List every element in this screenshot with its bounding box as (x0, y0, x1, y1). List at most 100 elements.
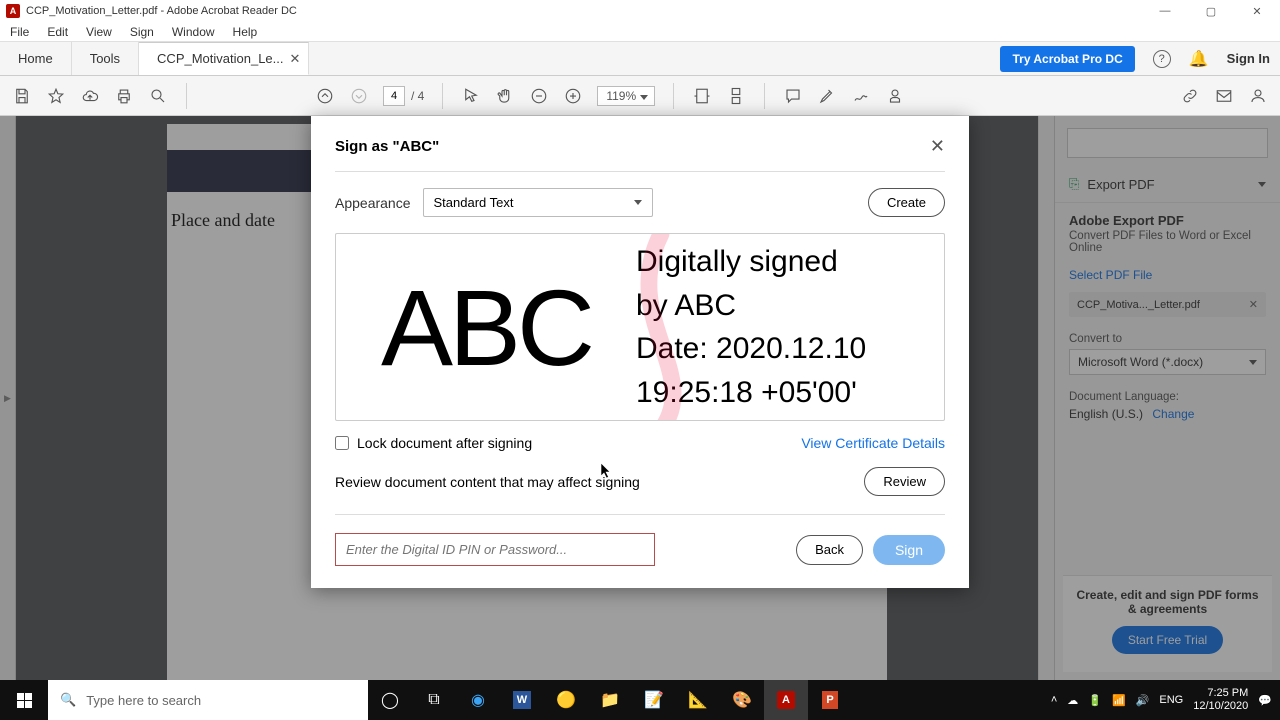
tray-notifications-icon[interactable]: 💬 (1258, 694, 1272, 707)
lock-document-checkbox[interactable] (335, 436, 349, 450)
window-title: CCP_Motivation_Letter.pdf - Adobe Acroba… (26, 5, 297, 17)
zoom-out-icon[interactable] (529, 86, 549, 106)
notepadpp-icon[interactable]: 📝 (632, 680, 676, 720)
menu-view[interactable]: View (86, 25, 112, 39)
back-button[interactable]: Back (796, 535, 863, 565)
acrobat-icon[interactable]: A (764, 680, 808, 720)
edge-icon[interactable]: ◉ (456, 680, 500, 720)
page-down-icon[interactable] (349, 86, 369, 106)
tray-volume-icon[interactable]: 🔊 (1136, 694, 1150, 707)
tab-document-label: CCP_Motivation_Le... (157, 51, 283, 66)
system-tray: ˄ ☁ 🔋 📶 🔊 ENG 7:25 PM 12/10/2020 💬 (1043, 687, 1280, 712)
tabs-bar: Home Tools CCP_Motivation_Le... ✕ Try Ac… (0, 42, 1280, 76)
tab-home[interactable]: Home (0, 42, 72, 75)
tray-language[interactable]: ENG (1159, 694, 1183, 706)
zoom-value: 119% (606, 89, 636, 103)
windows-logo-icon (17, 693, 32, 708)
pin-input[interactable] (335, 533, 655, 566)
menu-file[interactable]: File (10, 25, 29, 39)
dialog-title: Sign as "ABC" (335, 138, 439, 155)
zoom-in-icon[interactable] (563, 86, 583, 106)
cloud-icon[interactable] (80, 86, 100, 106)
word-icon[interactable]: W (500, 680, 544, 720)
signature-preview: ABC Digitally signed by ABC Date: 2020.1… (335, 233, 945, 421)
window-titlebar: A CCP_Motivation_Letter.pdf - Adobe Acro… (0, 0, 1280, 22)
lock-document-text: Lock document after signing (357, 435, 532, 451)
adobe-swirl-icon (591, 234, 731, 421)
start-button[interactable] (0, 680, 48, 720)
save-icon[interactable] (12, 86, 32, 106)
menu-sign[interactable]: Sign (130, 25, 154, 39)
tray-clock[interactable]: 7:25 PM 12/10/2020 (1193, 687, 1248, 712)
tray-chevron-icon[interactable]: ˄ (1051, 694, 1057, 706)
toolbar: / 4 119% (0, 76, 1280, 116)
comment-icon[interactable] (783, 86, 803, 106)
tray-date: 12/10/2020 (1193, 700, 1248, 713)
star-icon[interactable] (46, 86, 66, 106)
fit-width-icon[interactable] (692, 86, 712, 106)
review-text: Review document content that may affect … (335, 474, 640, 490)
tab-tools[interactable]: Tools (72, 42, 139, 75)
profile-icon[interactable] (1248, 86, 1268, 106)
tab-document[interactable]: CCP_Motivation_Le... ✕ (139, 42, 309, 75)
file-explorer-icon[interactable]: 📁 (588, 680, 632, 720)
powerpoint-icon[interactable]: P (808, 680, 852, 720)
search-icon: 🔍 (60, 692, 76, 708)
tab-close-icon[interactable]: ✕ (290, 51, 301, 67)
tray-wifi-icon[interactable]: 📶 (1112, 694, 1126, 707)
pointer-icon[interactable] (461, 86, 481, 106)
tray-onedrive-icon[interactable]: ☁ (1067, 694, 1078, 707)
menubar: File Edit View Sign Window Help (0, 22, 1280, 42)
page-up-icon[interactable] (315, 86, 335, 106)
print-icon[interactable] (114, 86, 134, 106)
dialog-header: Sign as "ABC" ✕ (335, 136, 945, 172)
zoom-select[interactable]: 119% (597, 86, 655, 106)
close-window-button[interactable]: ✕ (1234, 0, 1280, 22)
cortana-icon[interactable]: ◯ (368, 680, 412, 720)
chrome-icon[interactable]: 🟡 (544, 680, 588, 720)
create-appearance-button[interactable]: Create (868, 188, 945, 217)
appearance-label: Appearance (335, 195, 411, 211)
appearance-select[interactable]: Standard Text (423, 188, 653, 217)
content-area: ▶ Place and date ⎘ Export PDF Adobe Expo… (0, 116, 1280, 680)
link-share-icon[interactable] (1180, 86, 1200, 106)
window-controls: — ▢ ✕ (1142, 0, 1280, 22)
menu-edit[interactable]: Edit (47, 25, 68, 39)
minimize-button[interactable]: — (1142, 0, 1188, 22)
menu-help[interactable]: Help (233, 25, 258, 39)
taskbar-search[interactable]: 🔍 Type here to search (48, 680, 368, 720)
taskbar-apps: ◯ ⧉ ◉ W 🟡 📁 📝 📐 🎨 A P (368, 680, 852, 720)
menu-window[interactable]: Window (172, 25, 215, 39)
task-view-icon[interactable]: ⧉ (412, 680, 456, 720)
sign-dialog: Sign as "ABC" ✕ Appearance Standard Text… (311, 116, 969, 588)
app-icon: A (6, 4, 20, 18)
page-current-input[interactable] (383, 86, 405, 106)
chevron-down-icon (634, 200, 642, 205)
tray-time: 7:25 PM (1193, 687, 1248, 700)
taskbar: 🔍 Type here to search ◯ ⧉ ◉ W 🟡 📁 📝 📐 🎨 … (0, 680, 1280, 720)
sign-tool-icon[interactable] (851, 86, 871, 106)
lock-document-label[interactable]: Lock document after signing (335, 435, 532, 451)
notifications-icon[interactable]: 🔔 (1189, 49, 1209, 69)
paint-icon[interactable]: 🎨 (720, 680, 764, 720)
tray-battery-icon[interactable]: 🔋 (1088, 694, 1102, 707)
matlab-icon[interactable]: 📐 (676, 680, 720, 720)
page-indicator: / 4 (383, 86, 424, 106)
view-certificate-link[interactable]: View Certificate Details (801, 435, 945, 451)
taskbar-search-placeholder: Type here to search (86, 693, 201, 708)
try-acrobat-button[interactable]: Try Acrobat Pro DC (1000, 46, 1134, 72)
maximize-button[interactable]: ▢ (1188, 0, 1234, 22)
sign-in-link[interactable]: Sign In (1227, 51, 1270, 66)
dialog-close-button[interactable]: ✕ (930, 136, 945, 157)
sign-button[interactable]: Sign (873, 535, 945, 565)
scroll-mode-icon[interactable] (726, 86, 746, 106)
highlight-icon[interactable] (817, 86, 837, 106)
search-icon[interactable] (148, 86, 168, 106)
help-icon[interactable]: ? (1153, 50, 1171, 68)
review-button[interactable]: Review (864, 467, 945, 496)
page-total: / 4 (411, 89, 424, 103)
stamp-icon[interactable] (885, 86, 905, 106)
appearance-value: Standard Text (434, 195, 514, 210)
email-icon[interactable] (1214, 86, 1234, 106)
hand-icon[interactable] (495, 86, 515, 106)
